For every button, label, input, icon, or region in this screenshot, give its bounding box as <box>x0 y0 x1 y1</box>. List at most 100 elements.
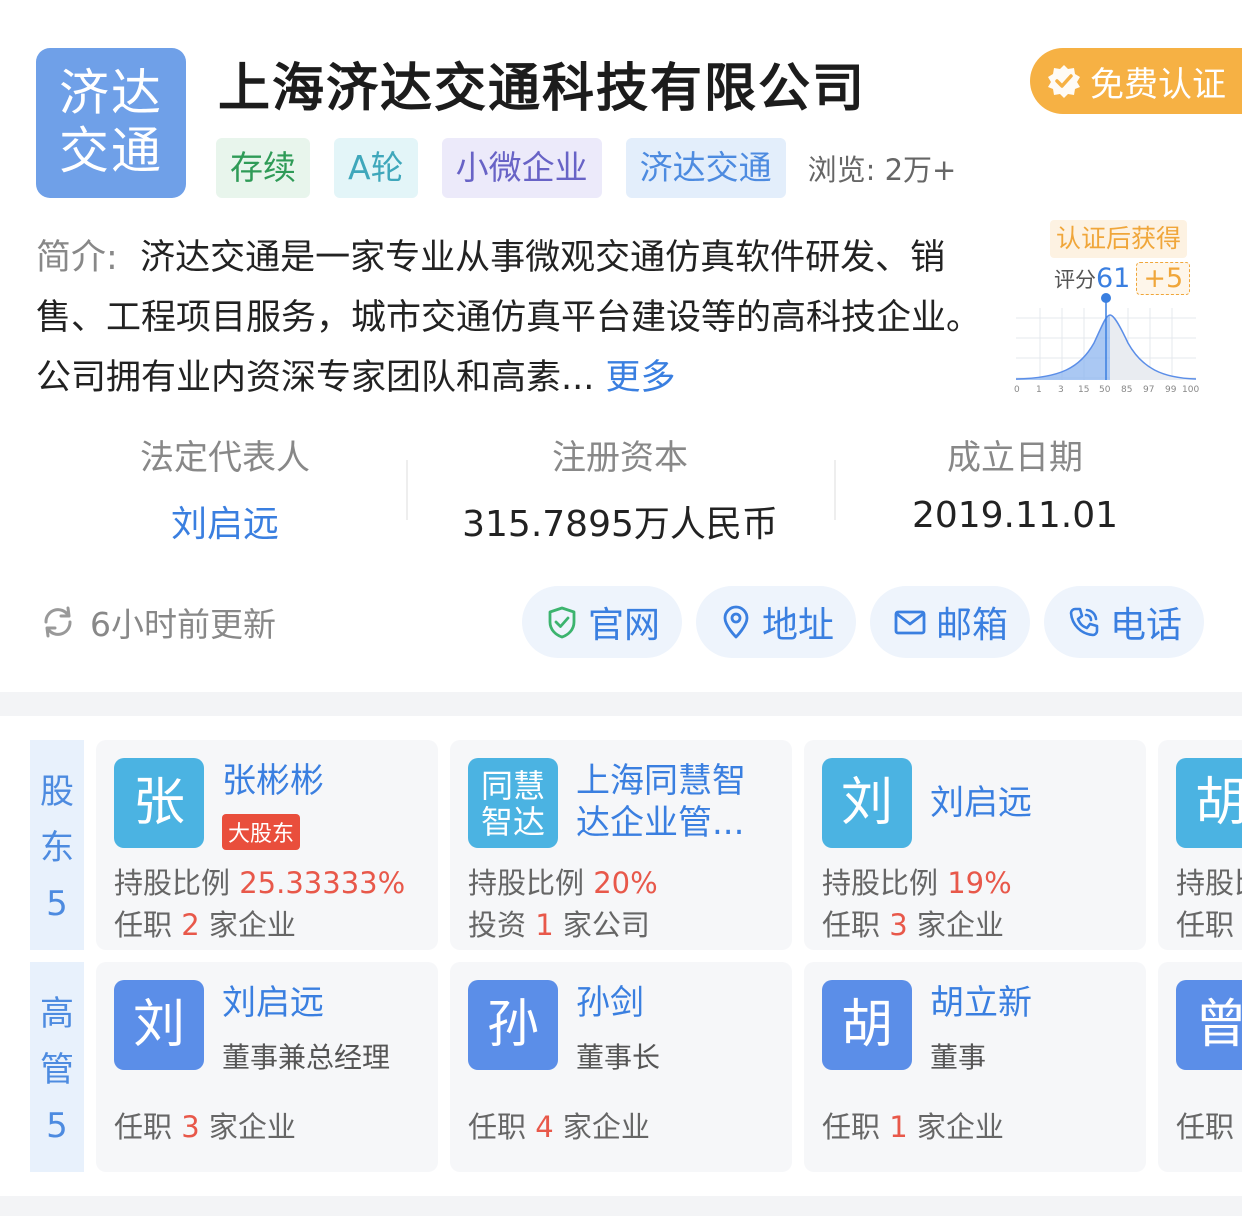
address-label: 地址 <box>761 605 834 646</box>
section-divider <box>0 1196 1242 1216</box>
ratio-label: 持股比例 <box>822 866 939 900</box>
divider <box>834 460 836 520</box>
position-pre: 任职 <box>114 908 173 942</box>
ratio-value: 20% <box>593 866 658 900</box>
shareholder-name[interactable]: 上海同慧智达企业管... <box>576 760 776 848</box>
company-intro: 简介: 济达交通是一家专业从事微观交通仿真软件研发、销售、工程项目服务，城市交通… <box>36 228 981 408</box>
company-logo: 济达 交通 <box>36 48 186 198</box>
website-button[interactable]: 官网 <box>522 586 682 658</box>
investment-num: 1 <box>535 908 554 942</box>
legal-rep-label: 法定代表人 <box>140 438 310 478</box>
position-pre: 任职 <box>822 1110 881 1144</box>
avatar: 曾 <box>1176 980 1242 1070</box>
executive-card[interactable]: 孙 孙剑 董事长 任职 4 家企业 <box>450 962 792 1172</box>
avatar: 胡 <box>822 980 912 1070</box>
position-num: 3 <box>889 908 908 942</box>
executives-label-line: 管 <box>40 1050 74 1090</box>
shareholders-label-line: 东 <box>40 828 74 868</box>
shareholders-label[interactable]: 股 东 5 <box>30 740 84 950</box>
share-ratio: 持股比例 20% <box>468 860 658 902</box>
position-count: 任职 2 家企业 <box>114 902 296 944</box>
executive-name[interactable]: 胡立新 <box>930 982 1130 1024</box>
score-tick: 3 <box>1058 385 1064 395</box>
shareholder-name[interactable]: 刘启远 <box>930 782 1130 824</box>
shareholder-card[interactable]: 刘 刘启远 持股比例 19% 任职 3 家企业 <box>804 740 1146 950</box>
executive-name[interactable]: 孙剑 <box>576 982 776 1024</box>
score-distribution-chart: 0 1 3 15 50 85 97 99 100 <box>1014 293 1199 395</box>
position-pre: 任职 <box>822 908 881 942</box>
company-size-tag[interactable]: 小微企业 <box>441 138 602 198</box>
shareholders-label-line: 5 <box>46 884 68 924</box>
company-name: 上海济达交通科技有限公司 <box>218 59 867 119</box>
verified-badge-icon <box>1048 65 1080 98</box>
refresh-icon <box>44 606 72 638</box>
ratio-value: 19% <box>947 866 1012 900</box>
executives-label-line: 5 <box>46 1106 68 1146</box>
avatar: 同慧 智达 <box>468 758 558 848</box>
view-count: 浏览: 2万+ <box>807 153 957 187</box>
capital-value: 315.7895万人民币 <box>462 504 778 545</box>
position-count: 任职 4 家企业 <box>468 1104 650 1146</box>
mail-icon <box>894 610 926 635</box>
company-tags: 存续 A轮 小微企业 济达交通 浏览: 2万+ <box>216 138 956 198</box>
divider <box>406 460 408 520</box>
legal-rep-link[interactable]: 刘启远 <box>120 495 330 547</box>
ratio-label: 持股比例 <box>468 866 585 900</box>
capital-label: 注册资本 <box>552 438 688 478</box>
legal-rep-block: 法定代表人 刘启远 <box>120 430 330 547</box>
investment-count: 投资 1 家公司 <box>468 902 650 944</box>
certify-label: 免费认证 <box>1090 64 1226 105</box>
position-pre: 任职 <box>114 1110 173 1144</box>
founded-value: 2019.11.01 <box>911 495 1119 536</box>
shareholder-card-partial[interactable]: 胡 持股比例 任职 <box>1158 740 1242 950</box>
score-widget[interactable]: 认证后获得 评分61 +5 0 1 3 15 50 85 97 99 100 <box>1010 218 1210 398</box>
major-shareholder-badge: 大股东 <box>222 814 301 850</box>
location-pin-icon <box>723 605 749 639</box>
executive-card[interactable]: 刘 刘启远 董事兼总经理 任职 3 家企业 <box>96 962 438 1172</box>
ratio-label: 持股比例 <box>114 866 231 900</box>
executive-card-partial[interactable]: 曾 任职 <box>1158 962 1242 1172</box>
shareholder-card[interactable]: 同慧 智达 上海同慧智达企业管... 持股比例 20% 投资 1 家公司 <box>450 740 792 950</box>
position-post: 家企业 <box>208 1110 296 1144</box>
position-count: 任职 1 家企业 <box>822 1104 1004 1146</box>
status-tag[interactable]: 存续 <box>216 138 310 198</box>
executive-card[interactable]: 胡 胡立新 董事 任职 1 家企业 <box>804 962 1146 1172</box>
score-tick: 0 <box>1014 385 1020 395</box>
executives-label[interactable]: 高 管 5 <box>30 962 84 1172</box>
logo-text: 济达 交通 <box>59 64 163 180</box>
position-num: 4 <box>535 1110 554 1144</box>
score-tick: 85 <box>1121 385 1132 395</box>
avatar: 刘 <box>114 980 204 1070</box>
executives-label-line: 高 <box>40 994 74 1034</box>
score-tick: 99 <box>1165 385 1177 395</box>
brand-tag[interactable]: 济达交通 <box>625 138 786 198</box>
position-pre: 任职 <box>468 1110 527 1144</box>
phone-icon <box>1069 607 1099 637</box>
shareholder-card[interactable]: 张 张彬彬 大股东 持股比例 25.33333% 任职 2 家企业 <box>96 740 438 950</box>
avatar: 胡 <box>1176 758 1242 848</box>
certify-button[interactable]: 免费认证 <box>1030 48 1242 114</box>
avatar: 孙 <box>468 980 558 1070</box>
address-button[interactable]: 地址 <box>696 586 856 658</box>
position-pre: 任职 <box>1176 908 1235 942</box>
position-pre: 任职 <box>1176 1110 1235 1144</box>
ratio-label: 持股比例 <box>1176 866 1242 900</box>
website-label: 官网 <box>587 605 660 646</box>
share-ratio: 持股比例 25.33333% <box>114 860 405 902</box>
capital-block: 注册资本 315.7895万人民币 <box>440 430 800 547</box>
executive-name[interactable]: 刘启远 <box>222 982 422 1024</box>
score-tick: 50 <box>1099 385 1111 395</box>
update-status[interactable]: 6小时前更新 <box>38 598 276 646</box>
ratio-value: 25.33333% <box>239 866 406 900</box>
shareholder-name[interactable]: 张彬彬 <box>222 760 422 802</box>
section-divider <box>0 692 1242 716</box>
funding-round-tag[interactable]: A轮 <box>334 138 418 198</box>
intro-more-link[interactable]: 更多 <box>606 358 676 398</box>
investment-post: 家公司 <box>562 908 650 942</box>
email-button[interactable]: 邮箱 <box>870 586 1030 658</box>
key-info-row: 法定代表人 刘启远 注册资本 315.7895万人民币 成立日期 2019.11… <box>0 430 1242 545</box>
score-tick: 15 <box>1078 385 1089 395</box>
intro-text: 济达交通是一家专业从事微观交通仿真软件研发、销售、工程项目服务，城市交通仿真平台… <box>36 238 982 398</box>
shareholders-label-line: 股 <box>40 772 74 812</box>
phone-button[interactable]: 电话 <box>1044 586 1204 658</box>
